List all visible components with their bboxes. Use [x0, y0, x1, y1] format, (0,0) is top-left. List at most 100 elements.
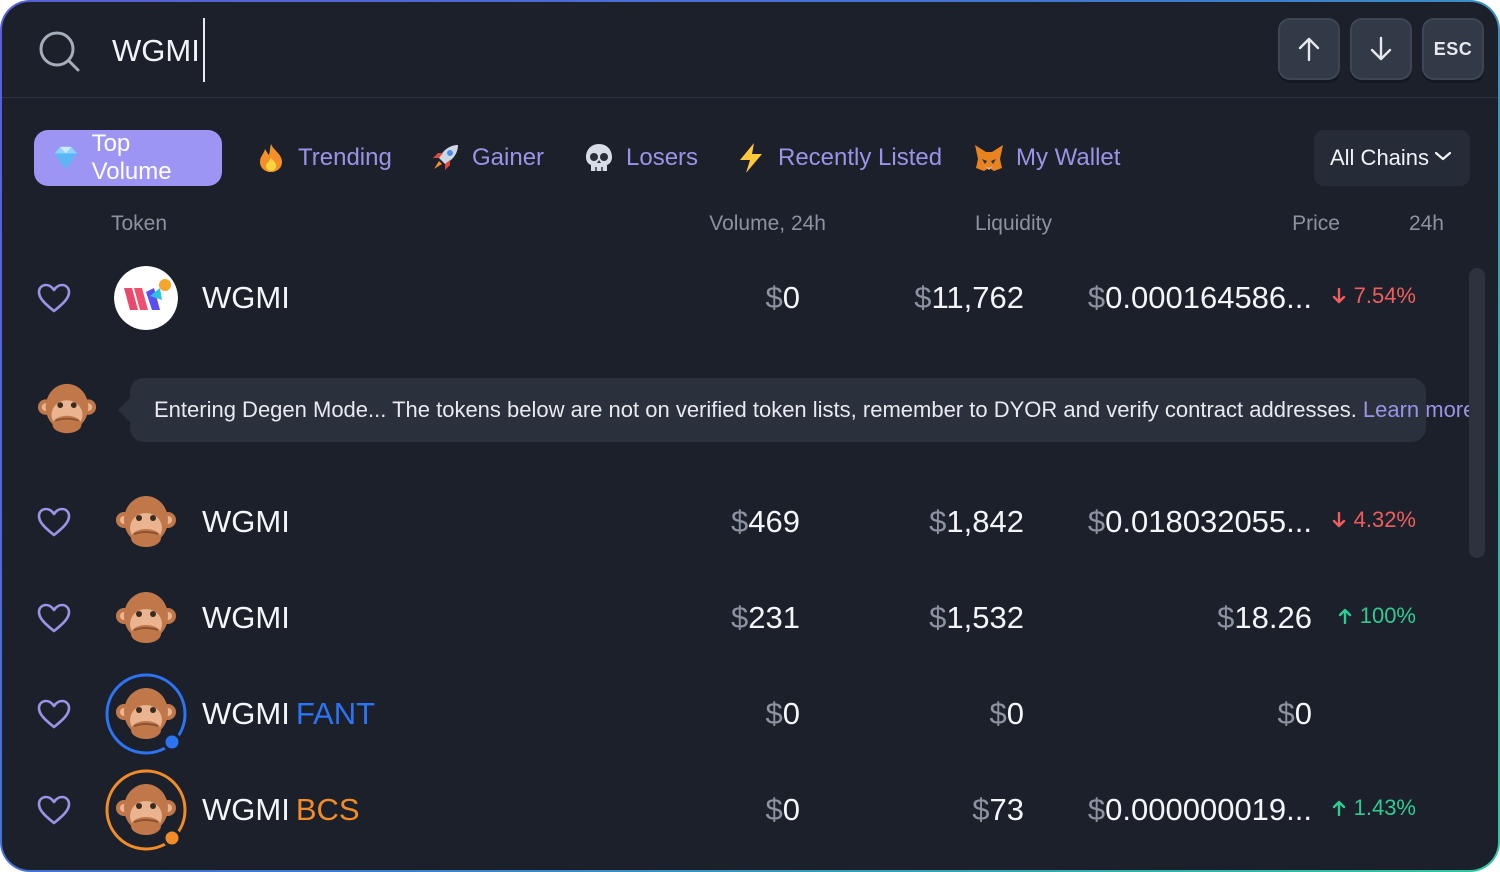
volume-amount: 469 — [748, 504, 800, 539]
volume-value: $231 — [731, 600, 800, 636]
arrow-up-icon — [1298, 37, 1320, 62]
skull-icon — [586, 144, 612, 171]
liquidity-value: $0 — [990, 696, 1025, 732]
fire-icon — [260, 144, 282, 172]
lightning-icon — [740, 143, 762, 173]
change-value: 1.43% — [1353, 795, 1416, 820]
favorite-heart-icon[interactable] — [36, 698, 72, 730]
tab-label: Losers — [626, 144, 699, 171]
tab-label: My Wallet — [1016, 144, 1121, 171]
currency-symbol: $ — [765, 280, 783, 315]
volume-amount: 0 — [782, 280, 800, 315]
arrow-up-icon — [1332, 800, 1345, 816]
table-row[interactable]: WGMI $0 $11,762 $0.000164586... 7.54% — [2, 250, 1462, 346]
see-no-evil-monkey-icon — [37, 383, 97, 434]
learn-more-link[interactable]: Learn more — [1363, 397, 1476, 423]
price-value: $0.000000019... — [1088, 792, 1312, 828]
tab-my-wallet[interactable]: My Wallet — [956, 130, 1134, 186]
currency-symbol: $ — [972, 792, 990, 827]
price-amount: 18.26 — [1234, 600, 1312, 635]
currency-symbol: $ — [765, 696, 783, 731]
column-header-24h[interactable]: 24h — [1409, 212, 1444, 236]
currency-symbol: $ — [929, 600, 947, 635]
favorite-heart-icon[interactable] — [36, 282, 72, 314]
tab-label: Trending — [298, 144, 392, 171]
column-header-liquidity[interactable]: Liquidity — [975, 212, 1052, 236]
token-symbol: WGMI — [202, 792, 290, 827]
chain-select[interactable]: All Chains — [1314, 130, 1470, 186]
favorite-heart-icon[interactable] — [36, 506, 72, 538]
price-value: $18.26 — [1217, 600, 1312, 636]
column-header-price[interactable]: Price — [1292, 212, 1340, 236]
tab-recently-listed[interactable]: Recently Listed — [718, 130, 956, 186]
arrow-down-icon — [1332, 288, 1345, 304]
liquidity-amount: 73 — [989, 792, 1024, 827]
change-24h: 4.32% — [1332, 507, 1416, 533]
liquidity-amount: 11,762 — [931, 280, 1024, 315]
change-24h: 7.54% — [1332, 283, 1416, 309]
search-bar: ESC — [2, 2, 1498, 98]
price-value: $0 — [1278, 696, 1313, 732]
scrollbar[interactable] — [1469, 268, 1485, 558]
search-input[interactable] — [112, 28, 512, 74]
volume-value: $0 — [766, 696, 801, 732]
navigate-down-button[interactable] — [1350, 18, 1412, 80]
favorite-heart-icon[interactable] — [36, 794, 72, 826]
currency-symbol: $ — [1087, 792, 1106, 827]
tab-top-volume[interactable]: Top Volume — [34, 130, 222, 186]
token-search-panel: ESC Top Volume Trending Gainer — [2, 2, 1498, 870]
table-row[interactable]: WGMI $469 $1,842 $0.018032055... 4.32% — [2, 474, 1462, 570]
navigate-up-button[interactable] — [1278, 18, 1340, 80]
price-value: $0.018032055... — [1088, 504, 1312, 540]
liquidity-amount: 1,532 — [946, 600, 1024, 635]
price-value: $0.000164586... — [1088, 280, 1312, 316]
price-amount: 0.000164586... — [1105, 280, 1312, 315]
monkey-avatar-icon — [116, 592, 176, 643]
favorite-heart-icon[interactable] — [36, 602, 72, 634]
diamond-icon — [54, 146, 77, 170]
price-amount: 0 — [1294, 696, 1312, 731]
volume-value: $0 — [766, 280, 801, 316]
table-row[interactable]: WGMI BCS $0 $73 $0.000000019... 1.43% — [2, 762, 1462, 858]
escape-button[interactable]: ESC — [1422, 18, 1484, 80]
tab-losers[interactable]: Losers — [566, 130, 712, 186]
tab-label: Gainer — [472, 144, 545, 171]
currency-symbol: $ — [1217, 600, 1235, 635]
chain-tag: BCS — [295, 792, 360, 827]
change-24h: 100% — [1338, 603, 1416, 629]
change-value: 100% — [1359, 603, 1416, 628]
currency-symbol: $ — [929, 504, 947, 539]
currency-symbol: $ — [731, 504, 749, 539]
price-amount: 0.000000019... — [1105, 792, 1312, 827]
chevron-down-icon — [1434, 151, 1452, 161]
fox-icon — [975, 145, 1003, 171]
token-name: WGMI — [202, 504, 290, 539]
tab-trending[interactable]: Trending — [238, 130, 406, 186]
currency-symbol: $ — [731, 600, 749, 635]
arrow-up-icon — [1338, 608, 1351, 624]
tab-gainer[interactable]: Gainer — [412, 130, 558, 186]
monkey-avatar-bcs-icon — [105, 769, 187, 851]
wgmi-logo-icon — [114, 266, 178, 330]
currency-symbol: $ — [989, 696, 1007, 731]
volume-amount: 0 — [782, 792, 800, 827]
currency-symbol: $ — [914, 280, 932, 315]
liquidity-amount: 1,842 — [946, 504, 1024, 539]
volume-value: $0 — [766, 792, 801, 828]
currency-symbol: $ — [1087, 504, 1106, 539]
tab-label: Top Volume — [91, 130, 172, 185]
table-row[interactable]: WGMI FANT $0 $0 $0 — [2, 666, 1462, 762]
liquidity-amount: 0 — [1006, 696, 1024, 731]
column-header-volume[interactable]: Volume, 24h — [709, 212, 826, 236]
token-name: WGMI — [202, 280, 290, 315]
volume-amount: 231 — [748, 600, 800, 635]
tab-label: Recently Listed — [778, 144, 943, 171]
monkey-avatar-fant-icon — [105, 673, 187, 755]
liquidity-value: $1,532 — [929, 600, 1024, 636]
currency-symbol: $ — [1087, 280, 1106, 315]
search-icon — [39, 31, 80, 72]
currency-symbol: $ — [765, 792, 783, 827]
chain-tag: FANT — [295, 696, 376, 731]
change-24h: 1.43% — [1332, 795, 1416, 821]
table-row[interactable]: WGMI $231 $1,532 $18.26 100% — [2, 570, 1462, 666]
